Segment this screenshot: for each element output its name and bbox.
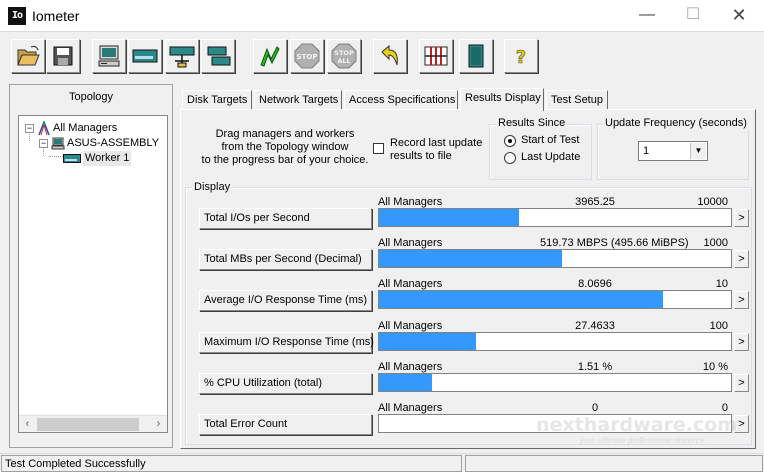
iometer-app-icon: Io	[8, 7, 26, 25]
chevron-down-icon[interactable]: ▼	[690, 143, 706, 159]
window-title: Iometer	[32, 8, 80, 24]
computer-icon	[98, 45, 120, 67]
toolbar: STOP STOP ALL ?	[0, 31, 764, 79]
drive-icon	[132, 49, 158, 63]
svg-text:?: ?	[516, 47, 526, 68]
save-config-button[interactable]	[46, 39, 80, 73]
undo-arrow-icon	[381, 44, 398, 66]
worker-drive-icon	[63, 154, 81, 163]
status-cell-main: Test Completed Successfully	[1, 455, 462, 472]
svg-text:STOP: STOP	[297, 53, 318, 61]
title-bar: Io Iometer — ☐ ✕	[0, 0, 764, 31]
tab-test-setup[interactable]: Test Setup	[546, 90, 608, 110]
open-config-button[interactable]	[11, 39, 45, 73]
reset-workers-button[interactable]	[373, 39, 407, 73]
network-icon	[169, 46, 195, 68]
last-update-label: Last Update	[521, 151, 581, 163]
exit-door-button[interactable]	[459, 39, 493, 73]
metric-button[interactable]: Total MBs per Second (Decimal)	[199, 249, 372, 270]
update-frequency-title: Update Frequency (seconds)	[603, 117, 749, 130]
progress-bar	[378, 414, 732, 433]
collapse-toggle[interactable]: −	[25, 124, 34, 133]
results-since-title: Results Since	[496, 117, 568, 130]
start-tests-button[interactable]	[253, 39, 287, 73]
update-frequency-select[interactable]: 1 ▼	[638, 141, 708, 161]
row-expand-button[interactable]: >	[734, 250, 749, 268]
start-of-test-label: Start of Test	[521, 134, 580, 146]
tree-node-label: All Managers	[53, 122, 118, 134]
floppy-disk-icon	[53, 46, 73, 66]
record-results-checkbox[interactable]	[373, 143, 384, 154]
new-disk-worker-button[interactable]	[92, 39, 126, 73]
maximize-button[interactable]: ☐	[670, 3, 716, 27]
collapse-toggle[interactable]: −	[39, 139, 48, 148]
tree-node-label: ASUS-ASSEMBLY	[67, 137, 160, 149]
progress-bar-fill	[379, 374, 432, 391]
status-bar: Test Completed Successfully	[0, 453, 764, 472]
disconnect-button[interactable]	[201, 39, 235, 73]
minimize-button[interactable]: —	[624, 3, 670, 27]
metric-button[interactable]: Maximum I/O Response Time (ms)	[199, 332, 374, 353]
topology-panel: Topology − All Managers − ASUS-ASSEMBLY	[9, 84, 173, 448]
metric-button[interactable]: Total Error Count	[199, 414, 372, 435]
row-expand-button[interactable]: >	[734, 209, 749, 227]
stop-all-sign-icon: STOP ALL	[331, 43, 357, 69]
display-group-title: Display	[192, 181, 233, 194]
progress-bar	[378, 290, 732, 309]
progress-bar-fill	[379, 333, 476, 350]
topology-tree[interactable]: − All Managers − ASUS-ASSEMBLY Worker 1	[18, 115, 168, 433]
door-icon	[468, 44, 484, 68]
stop-sign-icon: STOP	[294, 43, 320, 69]
start-of-test-radio[interactable]	[504, 135, 516, 147]
metric-button[interactable]: Average I/O Response Time (ms)	[199, 290, 372, 311]
horizontal-scrollbar[interactable]: ‹ ›	[19, 415, 167, 432]
scroll-left-arrow[interactable]: ‹	[19, 416, 36, 432]
drag-hint-text: Drag managers and workers from the Topol…	[201, 128, 369, 166]
tab-network-targets[interactable]: Network Targets	[254, 90, 342, 110]
open-folder-icon	[17, 45, 40, 66]
metric-button[interactable]: % CPU Utilization (total)	[199, 373, 372, 394]
close-button[interactable]: ✕	[716, 3, 762, 27]
progress-bar	[378, 373, 732, 392]
tab-access-specifications[interactable]: Access Specifications	[344, 90, 458, 110]
last-update-radio[interactable]	[504, 152, 516, 164]
green-flag-icon	[260, 46, 280, 67]
svg-text:ALL: ALL	[337, 57, 350, 65]
all-managers-icon	[38, 121, 50, 136]
row-expand-button[interactable]: >	[734, 374, 749, 392]
progress-bar-fill	[379, 250, 562, 267]
help-question-icon: ?	[515, 47, 526, 69]
tree-node-label: Worker 1	[83, 151, 132, 166]
metric-button[interactable]: Total I/Os per Second	[199, 208, 372, 229]
progress-bar	[378, 208, 732, 227]
topology-title: Topology	[68, 91, 114, 103]
progress-bar-fill	[379, 209, 519, 226]
scroll-right-arrow[interactable]: ›	[150, 416, 167, 432]
stop-button[interactable]: STOP	[290, 39, 324, 73]
row-expand-button[interactable]: >	[734, 415, 749, 433]
progress-bar	[378, 249, 732, 268]
record-results-label: Record last update results to file	[390, 137, 483, 162]
stop-all-button[interactable]: STOP ALL	[327, 39, 361, 73]
disconnect-icon	[207, 46, 231, 66]
manager-computer-icon	[51, 137, 65, 150]
progress-bar	[378, 332, 732, 351]
row-expand-button[interactable]: >	[734, 333, 749, 351]
progress-bar-fill	[379, 291, 663, 308]
exit-icon	[424, 46, 448, 66]
tab-results-display[interactable]: Results Display	[460, 88, 544, 111]
tab-disk-targets[interactable]: Disk Targets	[182, 90, 252, 110]
row-expand-button[interactable]: >	[734, 291, 749, 309]
svg-text:STOP: STOP	[334, 49, 354, 57]
update-frequency-value: 1	[643, 145, 650, 157]
about-button[interactable]: ?	[504, 39, 538, 73]
duplicate-worker-button[interactable]	[165, 39, 199, 73]
exit-button[interactable]	[419, 39, 453, 73]
status-text: Test Completed Successfully	[5, 458, 146, 470]
scroll-thumb[interactable]	[37, 418, 139, 431]
status-cell-secondary	[465, 455, 763, 472]
new-network-worker-button[interactable]	[128, 39, 162, 73]
